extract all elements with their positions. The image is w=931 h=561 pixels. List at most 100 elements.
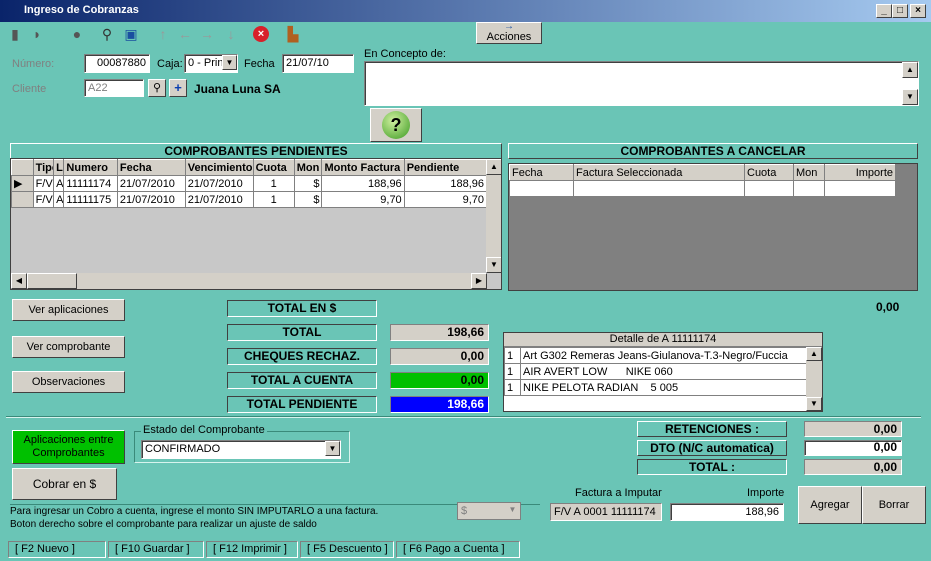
scroll-down-icon[interactable]: ▼ [806, 397, 822, 411]
status-f5-descuento: [ F5 Descuento ] [300, 541, 394, 558]
fecha-label: Fecha [244, 58, 275, 70]
caja-value: 0 - Prin [188, 57, 224, 69]
cell-cuota: 1 [252, 175, 295, 192]
col-cuota[interactable]: Cuota [252, 159, 295, 176]
borrar-button[interactable]: Borrar [862, 486, 926, 524]
app-icon [4, 4, 18, 18]
cell-monto: 9,70 [321, 191, 405, 208]
moneda-select[interactable]: $ ▼ [457, 502, 521, 520]
save-icon[interactable]: ▣ [120, 24, 142, 44]
new-doc-icon[interactable]: ▮ [4, 24, 26, 44]
concepto-textarea[interactable]: ▲ ▼ [364, 61, 919, 106]
scroll-down-icon[interactable]: ▼ [486, 257, 501, 273]
detalle-title: Detalle de A 11111174 [504, 333, 822, 347]
cliente-code-input[interactable]: A22 [84, 79, 144, 97]
arrow-right-icon: → [504, 21, 514, 32]
table-row[interactable]: ▶ F/V A 11111174 21/07/2010 21/07/2010 1… [11, 175, 488, 192]
arrow-left-icon[interactable]: ← [174, 24, 196, 44]
estado-value: CONFIRMADO [145, 443, 221, 455]
scroll-left-icon[interactable]: ◀ [11, 273, 27, 289]
add-client-icon[interactable]: + [169, 79, 187, 97]
table-row[interactable] [509, 180, 896, 197]
search-icon[interactable]: ⚲ [96, 24, 118, 44]
scroll-right-icon[interactable]: ▶ [471, 273, 487, 289]
cancelar-total-value: 0,00 [876, 300, 900, 314]
close-window-button[interactable]: × [910, 4, 926, 18]
col-mon[interactable]: Mon [293, 159, 323, 176]
title-bar: Ingreso de Cobranzas _ □ × [0, 0, 931, 22]
toolbar: ▮ ◗ ● ⚲ ▣ ↑ ← → ↓ × ▙ → Acciones [0, 22, 931, 46]
arrow-right-icon[interactable]: → [196, 24, 218, 44]
ver-comprobante-button[interactable]: Ver comprobante [12, 336, 125, 358]
list-item[interactable]: 1 NIKE PELOTA RADIAN 5 005 [504, 379, 808, 396]
horizontal-scrollbar[interactable]: ◀ ▶ [11, 273, 487, 289]
estado-select[interactable]: CONFIRMADO ▼ [141, 440, 341, 459]
list-item[interactable]: 1 Art G302 Remeras Jeans-Giulanova-T.3-Ne… [504, 347, 808, 364]
caja-select[interactable]: 0 - Prin ▼ [184, 54, 238, 73]
col-factura-seleccionada[interactable]: Factura Seleccionada [573, 164, 745, 181]
observaciones-button[interactable]: Observaciones [12, 371, 125, 393]
acuenta-label: TOTAL A CUENTA [227, 372, 377, 389]
cell-tipo: F/V [32, 191, 55, 208]
maximize-button[interactable]: □ [892, 4, 908, 18]
acciones-label: Acciones [486, 31, 532, 43]
col-fecha[interactable]: Fecha [509, 164, 574, 181]
col-fecha[interactable]: Fecha [116, 159, 186, 176]
bag-icon[interactable]: ● [66, 24, 88, 44]
pendientes-header-row: Tipo L Numero Fecha Vencimiento Cuota Mo… [11, 159, 488, 176]
chevron-down-icon[interactable]: ▼ [222, 55, 237, 70]
vertical-scrollbar[interactable]: ▲ ▼ [486, 159, 501, 273]
agregar-button[interactable]: Agregar [798, 486, 862, 524]
pendientes-grid: Tipo L Numero Fecha Vencimiento Cuota Mo… [10, 158, 502, 290]
pendientes-table: Tipo L Numero Fecha Vencimiento Cuota Mo… [11, 159, 488, 208]
acciones-button[interactable]: → Acciones [476, 22, 542, 44]
arrow-up-icon[interactable]: ↑ [152, 24, 174, 44]
importe-label: Importe [747, 487, 785, 499]
scroll-thumb[interactable] [27, 273, 77, 289]
help-button[interactable]: ? [370, 108, 422, 142]
importe-input[interactable]: 188,96 [670, 503, 784, 521]
cancel-icon[interactable]: × [250, 24, 272, 44]
list-item[interactable]: 1 AIR AVERT LOW NIKE 060 [504, 363, 808, 380]
cell-l: A [53, 191, 65, 208]
chevron-down-icon[interactable]: ▼ [325, 441, 340, 456]
open-icon[interactable]: ◗ [26, 24, 48, 44]
cobrar-button[interactable]: Cobrar en $ [12, 468, 117, 500]
col-cuota[interactable]: Cuota [744, 164, 794, 181]
aplicaciones-entre-button[interactable]: Aplicaciones entre Comprobantes [12, 430, 125, 464]
arrow-down-icon[interactable]: ↓ [220, 24, 242, 44]
pendientes-title: COMPROBANTES PENDIENTES [10, 143, 502, 159]
scroll-up-icon[interactable]: ▲ [486, 159, 501, 175]
minimize-button[interactable]: _ [876, 4, 892, 18]
empty-cell [509, 180, 574, 197]
ret-total-value: 0,00 [804, 459, 902, 475]
cell-tipo: F/V [32, 175, 55, 192]
scroll-down-icon[interactable]: ▼ [902, 89, 918, 105]
col-pendiente[interactable]: Pendiente [403, 159, 488, 176]
numero-input[interactable]: 00087880 [84, 54, 150, 73]
table-row[interactable]: F/V A 11111175 21/07/2010 21/07/2010 1 $… [11, 191, 488, 208]
col-numero[interactable]: Numero [63, 159, 118, 176]
dto-input[interactable]: 0,00 [804, 440, 902, 456]
total-value: 198,66 [390, 324, 489, 341]
cell-pendiente: 9,70 [403, 191, 488, 208]
scroll-up-icon[interactable]: ▲ [902, 62, 918, 78]
col-mon[interactable]: Mon [793, 164, 825, 181]
empty-cell [744, 180, 794, 197]
pendiente-label: TOTAL PENDIENTE [227, 396, 377, 413]
fecha-input[interactable]: 21/07/10 [282, 54, 354, 73]
search-client-icon[interactable]: ⚲ [148, 79, 166, 97]
chevron-down-icon[interactable]: ▼ [505, 503, 520, 518]
scroll-up-icon[interactable]: ▲ [806, 347, 822, 361]
col-vencimiento[interactable]: Vencimiento [184, 159, 254, 176]
col-l[interactable]: L [53, 159, 65, 176]
question-icon: ? [382, 111, 410, 139]
exit-door-icon[interactable]: ▙ [282, 24, 304, 44]
col-tipo[interactable]: Tipo [32, 159, 55, 176]
ver-aplicaciones-button[interactable]: Ver aplicaciones [12, 299, 125, 321]
col-monto-factura[interactable]: Monto Factura [321, 159, 405, 176]
detalle-scrollbar[interactable]: ▲ ▼ [806, 347, 822, 411]
cheques-value: 0,00 [390, 348, 489, 365]
empty-cell [793, 180, 825, 197]
col-importe[interactable]: Importe [824, 164, 896, 181]
